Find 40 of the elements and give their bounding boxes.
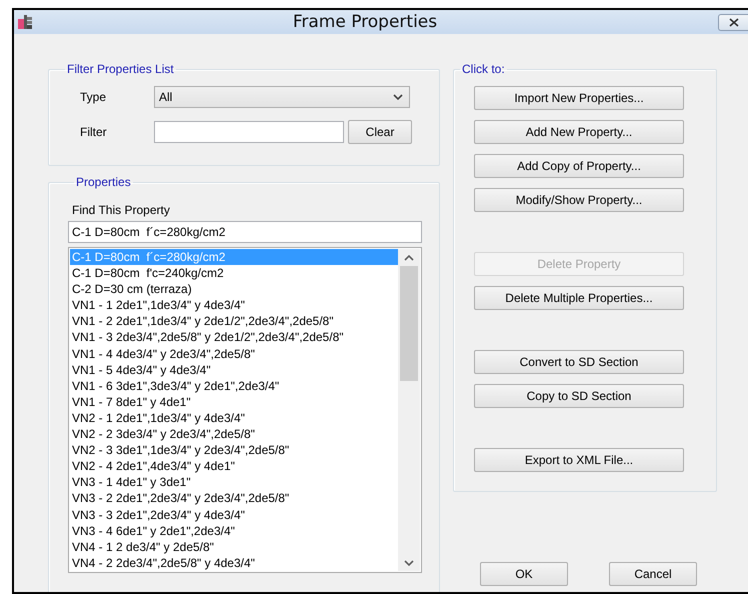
- field-label: Filter: [80, 125, 108, 139]
- list-item[interactable]: VN3 - 4 6de1" y 2de1",2de3/4": [70, 522, 398, 539]
- window-title: Frame Properties: [292, 12, 438, 32]
- list-item[interactable]: VN4 - 2 2de3/4",2de5/8" y 4de3/4": [70, 554, 398, 571]
- list-item[interactable]: VN1 - 6 3de1",3de3/4" y 2de1",2de3/4": [70, 378, 398, 394]
- action-button[interactable]: Delete Multiple Properties...: [474, 286, 684, 310]
- action-button[interactable]: Modify/Show Property...: [474, 188, 684, 212]
- cancel-button[interactable]: Cancel: [609, 562, 697, 586]
- list-item[interactable]: VN2 - 1 2de1",1de3/4" y 4de3/4": [70, 410, 398, 426]
- list-item[interactable]: VN3 - 2 2de1",2de3/4" y 2de3/4",2de5/8": [70, 490, 398, 506]
- action-button[interactable]: Convert to SD Section: [474, 350, 684, 374]
- list-item[interactable]: VN2 - 2 3de3/4" y 2de3/4",2de5/8": [70, 426, 398, 442]
- list-item[interactable]: VN1 - 1 2de1",1de3/4" y 4de3/4": [70, 297, 398, 314]
- list-item[interactable]: VN1 - 2 2de1",1de3/4" y 2de1/2",2de3/4",2de5/8": [70, 313, 398, 330]
- action-button[interactable]: Add New Property...: [474, 120, 684, 144]
- list-item[interactable]: VN1 - 5 4de3/4" y 4de3/4": [70, 362, 398, 378]
- list-item[interactable]: VN3 - 3 2de1",2de3/4" y 4de3/4": [70, 506, 398, 523]
- list-item[interactable]: VN1 - 3 2de3/4",2de5/8" y 2de1/2",2de3/4",2de5/8": [70, 329, 398, 346]
- action-button[interactable]: Import New Properties...: [474, 86, 684, 110]
- group-title: Click to:: [462, 62, 505, 76]
- list-item[interactable]: VN4 - 1 2 de3/4" y 2de5/8": [70, 538, 398, 555]
- group-title: Filter Properties List: [67, 62, 174, 76]
- field-label: Find This Property: [72, 203, 171, 217]
- list-item[interactable]: VN1 - 4 4de3/4" y 2de3/4",2de5/8": [70, 346, 398, 362]
- list-item[interactable]: VN1 - 7 8de1" y 4de1": [70, 394, 398, 410]
- find-property-field[interactable]: C-1 D=80cm f´c=280kg/cm2: [68, 221, 422, 243]
- list-item[interactable]: VN2 - 3 3de1",1de3/4" y 2de3/4",2de5/8": [70, 442, 398, 458]
- clear-button[interactable]: Clear: [348, 120, 412, 144]
- type-dropdown[interactable]: All: [154, 86, 410, 108]
- field-label: Type: [80, 90, 108, 104]
- list-item[interactable]: VN3 - 1 4de1" y 3de1": [70, 474, 398, 490]
- action-button[interactable]: Export to XML File...: [474, 448, 684, 472]
- dropdown-value: All: [159, 90, 174, 104]
- action-button[interactable]: Copy to SD Section: [474, 384, 684, 408]
- ok-button[interactable]: OK: [480, 562, 568, 586]
- list-item[interactable]: C-2 D=30 cm (terraza): [70, 281, 398, 298]
- action-button[interactable]: Add Copy of Property...: [474, 154, 684, 178]
- group-title: Properties: [76, 175, 131, 189]
- list-item[interactable]: C-1 D=80cm f'c=240kg/cm2: [70, 265, 398, 282]
- list-item[interactable]: VN2 - 4 2de1",4de3/4" y 4de1": [70, 458, 398, 474]
